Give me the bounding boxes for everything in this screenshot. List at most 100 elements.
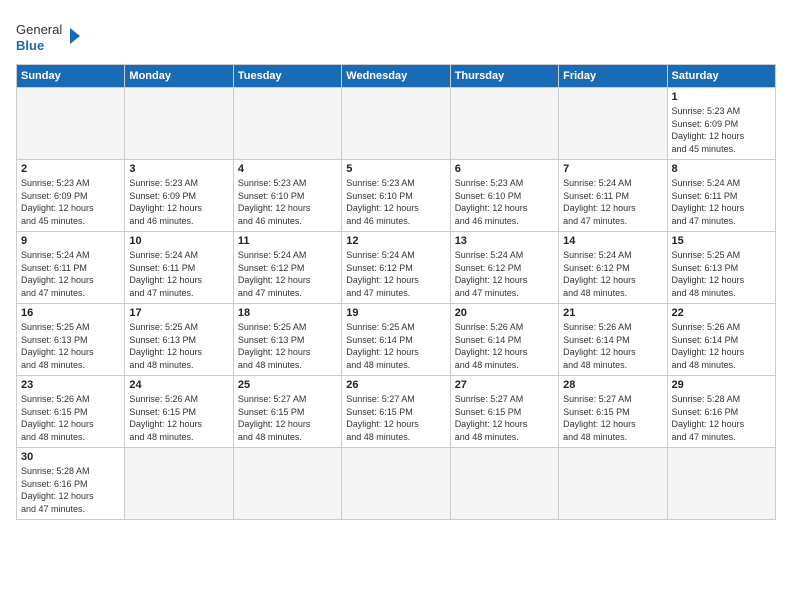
calendar-cell [559,448,667,520]
day-info: Sunrise: 5:25 AM Sunset: 6:13 PM Dayligh… [672,249,771,299]
day-number: 26 [346,379,445,391]
calendar-cell: 22Sunrise: 5:26 AM Sunset: 6:14 PM Dayli… [667,304,775,376]
calendar-cell: 7 Sunrise: 5:24 AM Sunset: 6:11 PM Daylig… [559,160,667,232]
calendar-cell: 14 Sunrise: 5:24 AM Sunset: 6:12 PM Dayli… [559,232,667,304]
day-info: Sunrise: 5:23 AM Sunset: 6:10 PM Dayligh… [455,177,554,227]
day-info: Sunrise: 5:23 AM Sunset: 6:09 PM Dayligh… [129,177,228,227]
day-number: 20 [455,307,554,319]
calendar-cell [233,88,341,160]
logo-svg: GeneralBlue [16,16,86,56]
calendar-cell: 17Sunrise: 5:25 AM Sunset: 6:13 PM Dayli… [125,304,233,376]
day-number: 30 [21,451,120,463]
day-info: Sunrise: 5:27 AM Sunset: 6:15 PM Dayligh… [238,393,337,443]
calendar-cell [450,448,558,520]
day-number: 21 [563,307,662,319]
calendar-cell [342,88,450,160]
calendar-cell [125,448,233,520]
calendar-cell: 2 Sunrise: 5:23 AM Sunset: 6:09 PM Daylig… [17,160,125,232]
day-info: Sunrise: 5:24 AM Sunset: 6:11 PM Dayligh… [21,249,120,299]
calendar-cell: 15 Sunrise: 5:25 AM Sunset: 6:13 PM Dayli… [667,232,775,304]
day-number: 14 [563,235,662,247]
calendar-cell: 25Sunrise: 5:27 AM Sunset: 6:15 PM Dayli… [233,376,341,448]
day-info: Sunrise: 5:24 AM Sunset: 6:11 PM Dayligh… [563,177,662,227]
calendar-row: 9Sunrise: 5:24 AM Sunset: 6:11 PM Daylig… [17,232,776,304]
day-number: 12 [346,235,445,247]
day-info: Sunrise: 5:23 AM Sunset: 6:09 PM Dayligh… [21,177,120,227]
calendar-cell [125,88,233,160]
day-number: 7 [563,163,662,175]
day-info: Sunrise: 5:24 AM Sunset: 6:11 PM Dayligh… [129,249,228,299]
day-number: 10 [129,235,228,247]
day-number: 6 [455,163,554,175]
calendar-cell: 30 Sunrise: 5:28 AM Sunset: 6:16 PM Dayli… [17,448,125,520]
day-info: Sunrise: 5:25 AM Sunset: 6:13 PM Dayligh… [21,321,120,371]
calendar-cell: 26 Sunrise: 5:27 AM Sunset: 6:15 PM Dayli… [342,376,450,448]
calendar-cell [233,448,341,520]
day-number: 28 [563,379,662,391]
day-number: 8 [672,163,771,175]
calendar-row: 23 Sunrise: 5:26 AM Sunset: 6:15 PM Dayli… [17,376,776,448]
calendar-cell: 23 Sunrise: 5:26 AM Sunset: 6:15 PM Dayli… [17,376,125,448]
day-number: 24 [129,379,228,391]
day-number: 1 [672,91,771,103]
day-number: 2 [21,163,120,175]
logo: GeneralBlue [16,16,86,56]
calendar-cell: 21 Sunrise: 5:26 AM Sunset: 6:14 PM Dayli… [559,304,667,376]
calendar-cell: 12 Sunrise: 5:24 AM Sunset: 6:12 PM Dayli… [342,232,450,304]
calendar-cell: 20 Sunrise: 5:26 AM Sunset: 6:14 PM Dayli… [450,304,558,376]
day-info: Sunrise: 5:28 AM Sunset: 6:16 PM Dayligh… [672,393,771,443]
day-info: Sunrise: 5:24 AM Sunset: 6:12 PM Dayligh… [563,249,662,299]
svg-text:General: General [16,22,62,37]
calendar-cell [450,88,558,160]
calendar-cell: 11Sunrise: 5:24 AM Sunset: 6:12 PM Dayli… [233,232,341,304]
day-info: Sunrise: 5:24 AM Sunset: 6:12 PM Dayligh… [346,249,445,299]
day-number: 19 [346,307,445,319]
day-number: 23 [21,379,120,391]
calendar-cell: 1 Sunrise: 5:23 AM Sunset: 6:09 PM Daylig… [667,88,775,160]
day-info: Sunrise: 5:26 AM Sunset: 6:14 PM Dayligh… [455,321,554,371]
page-header: GeneralBlue [16,16,776,56]
weekday-header-saturday: Saturday [667,65,775,88]
day-number: 29 [672,379,771,391]
calendar-cell: 9Sunrise: 5:24 AM Sunset: 6:11 PM Daylig… [17,232,125,304]
calendar-row: 2 Sunrise: 5:23 AM Sunset: 6:09 PM Daylig… [17,160,776,232]
day-info: Sunrise: 5:26 AM Sunset: 6:14 PM Dayligh… [672,321,771,371]
calendar-cell: 8 Sunrise: 5:24 AM Sunset: 6:11 PM Daylig… [667,160,775,232]
weekday-header-thursday: Thursday [450,65,558,88]
svg-text:Blue: Blue [16,38,44,53]
calendar-cell: 4Sunrise: 5:23 AM Sunset: 6:10 PM Daylig… [233,160,341,232]
day-number: 18 [238,307,337,319]
calendar-cell: 13 Sunrise: 5:24 AM Sunset: 6:12 PM Dayli… [450,232,558,304]
calendar-cell: 27Sunrise: 5:27 AM Sunset: 6:15 PM Dayli… [450,376,558,448]
day-info: Sunrise: 5:24 AM Sunset: 6:11 PM Dayligh… [672,177,771,227]
weekday-header-tuesday: Tuesday [233,65,341,88]
day-number: 5 [346,163,445,175]
calendar-row: 16Sunrise: 5:25 AM Sunset: 6:13 PM Dayli… [17,304,776,376]
day-info: Sunrise: 5:26 AM Sunset: 6:15 PM Dayligh… [21,393,120,443]
day-info: Sunrise: 5:27 AM Sunset: 6:15 PM Dayligh… [346,393,445,443]
day-info: Sunrise: 5:27 AM Sunset: 6:15 PM Dayligh… [563,393,662,443]
day-number: 4 [238,163,337,175]
weekday-header-friday: Friday [559,65,667,88]
day-number: 15 [672,235,771,247]
calendar-cell: 18Sunrise: 5:25 AM Sunset: 6:13 PM Dayli… [233,304,341,376]
weekday-header-sunday: Sunday [17,65,125,88]
calendar-cell [342,448,450,520]
calendar-row: 30 Sunrise: 5:28 AM Sunset: 6:16 PM Dayli… [17,448,776,520]
calendar-cell: 28 Sunrise: 5:27 AM Sunset: 6:15 PM Dayli… [559,376,667,448]
day-info: Sunrise: 5:28 AM Sunset: 6:16 PM Dayligh… [21,465,120,515]
day-number: 13 [455,235,554,247]
day-info: Sunrise: 5:23 AM Sunset: 6:10 PM Dayligh… [346,177,445,227]
day-info: Sunrise: 5:26 AM Sunset: 6:14 PM Dayligh… [563,321,662,371]
calendar-row: 1 Sunrise: 5:23 AM Sunset: 6:09 PM Daylig… [17,88,776,160]
day-info: Sunrise: 5:24 AM Sunset: 6:12 PM Dayligh… [455,249,554,299]
calendar-cell [559,88,667,160]
day-info: Sunrise: 5:27 AM Sunset: 6:15 PM Dayligh… [455,393,554,443]
day-info: Sunrise: 5:23 AM Sunset: 6:09 PM Dayligh… [672,105,771,155]
day-info: Sunrise: 5:25 AM Sunset: 6:13 PM Dayligh… [129,321,228,371]
calendar-cell: 16Sunrise: 5:25 AM Sunset: 6:13 PM Dayli… [17,304,125,376]
day-info: Sunrise: 5:25 AM Sunset: 6:14 PM Dayligh… [346,321,445,371]
calendar-cell [17,88,125,160]
day-number: 11 [238,235,337,247]
calendar-cell: 3Sunrise: 5:23 AM Sunset: 6:09 PM Daylig… [125,160,233,232]
